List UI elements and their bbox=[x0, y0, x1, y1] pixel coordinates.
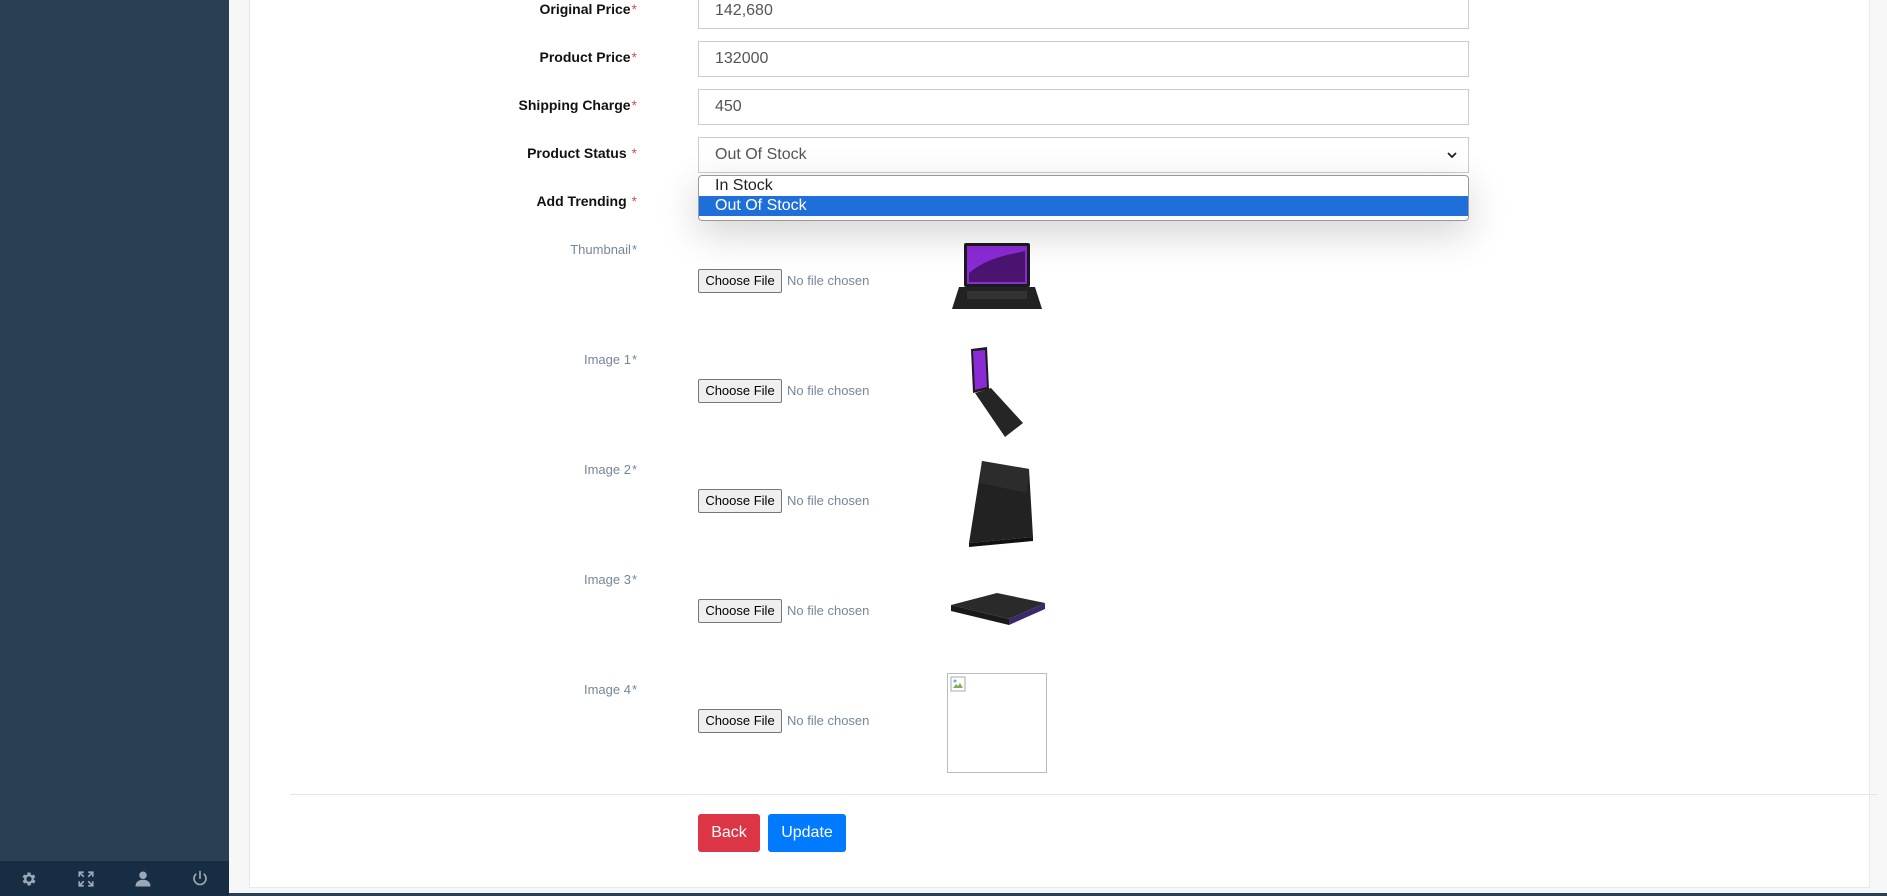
gear-icon[interactable] bbox=[17, 867, 41, 891]
chevron-down-icon bbox=[1446, 138, 1458, 172]
product-status-selected-value: Out Of Stock bbox=[715, 146, 807, 163]
image-4-label-text: Image 4 bbox=[583, 682, 631, 697]
product-price-input[interactable]: 132000 bbox=[698, 41, 1469, 77]
add-trending-label-text: Add Trending bbox=[536, 193, 631, 209]
image-3-label: Image 3* bbox=[337, 572, 637, 587]
product-status-select[interactable]: Out Of Stock bbox=[698, 137, 1469, 173]
main-content: Original Price* 142,680 Product Price* 1… bbox=[229, 0, 1887, 896]
image-2-file-status: No file chosen bbox=[787, 493, 870, 508]
product-price-label: Product Price* bbox=[337, 49, 637, 65]
thumbnail-laptop-image bbox=[952, 243, 1042, 309]
product-status-label: Product Status * bbox=[337, 145, 637, 161]
fullscreen-icon[interactable] bbox=[74, 867, 98, 891]
required-marker: * bbox=[631, 462, 637, 477]
back-button[interactable]: Back bbox=[698, 814, 760, 852]
image-3-file-status: No file chosen bbox=[787, 603, 870, 618]
sidebar-footer bbox=[0, 861, 229, 896]
user-icon[interactable] bbox=[131, 867, 155, 891]
image-1-label-text: Image 1 bbox=[583, 352, 631, 367]
required-marker: * bbox=[631, 682, 637, 697]
status-option-in-stock[interactable]: In Stock bbox=[699, 176, 1468, 196]
image-4-broken-image bbox=[947, 673, 1047, 773]
shipping-charge-input[interactable]: 450 bbox=[698, 89, 1469, 125]
broken-image-icon bbox=[950, 676, 966, 692]
shipping-charge-label: Shipping Charge* bbox=[337, 97, 637, 113]
required-marker: * bbox=[631, 572, 637, 587]
form-divider bbox=[290, 794, 1878, 795]
status-option-out-of-stock[interactable]: Out Of Stock bbox=[699, 196, 1468, 216]
required-marker: * bbox=[631, 145, 637, 161]
image-2-choose-file-button[interactable]: Choose File bbox=[698, 489, 782, 513]
image-2-label: Image 2* bbox=[337, 462, 637, 477]
required-marker: * bbox=[631, 49, 637, 65]
image-3-label-text: Image 3 bbox=[583, 572, 631, 587]
update-button[interactable]: Update bbox=[768, 814, 846, 852]
original-price-label-text: Original Price bbox=[539, 1, 631, 17]
product-status-dropdown: In Stock Out Of Stock bbox=[698, 175, 1469, 221]
thumbnail-label: Thumbnail* bbox=[337, 242, 637, 257]
sidebar bbox=[0, 0, 229, 896]
image-2-laptop-image bbox=[969, 461, 1033, 547]
thumbnail-choose-file-button[interactable]: Choose File bbox=[698, 269, 782, 293]
power-icon[interactable] bbox=[188, 867, 212, 891]
product-status-label-text: Product Status bbox=[527, 145, 631, 161]
original-price-label: Original Price* bbox=[337, 1, 638, 17]
thumbnail-file-status: No file chosen bbox=[787, 273, 870, 288]
required-marker: * bbox=[631, 193, 637, 209]
image-3-choose-file-button[interactable]: Choose File bbox=[698, 599, 782, 623]
image-1-laptop-image bbox=[971, 347, 1023, 437]
image-4-choose-file-button[interactable]: Choose File bbox=[698, 709, 782, 733]
image-1-choose-file-button[interactable]: Choose File bbox=[698, 379, 782, 403]
product-price-label-text: Product Price bbox=[539, 49, 631, 65]
shipping-charge-label-text: Shipping Charge bbox=[518, 97, 631, 113]
image-2-label-text: Image 2 bbox=[583, 462, 631, 477]
thumbnail-label-text: Thumbnail bbox=[570, 242, 631, 257]
required-marker: * bbox=[631, 97, 637, 113]
image-3-laptop-image bbox=[951, 593, 1045, 625]
image-4-file-status: No file chosen bbox=[787, 713, 870, 728]
image-1-file-status: No file chosen bbox=[787, 383, 870, 398]
image-4-label: Image 4* bbox=[337, 682, 637, 697]
required-marker: * bbox=[631, 242, 637, 257]
image-1-label: Image 1* bbox=[337, 352, 637, 367]
edit-product-panel: Original Price* 142,680 Product Price* 1… bbox=[249, 0, 1878, 888]
add-trending-label: Add Trending * bbox=[337, 193, 637, 209]
required-marker: * bbox=[631, 352, 637, 367]
original-price-input[interactable]: 142,680 bbox=[698, 0, 1469, 29]
required-marker: * bbox=[631, 1, 637, 17]
